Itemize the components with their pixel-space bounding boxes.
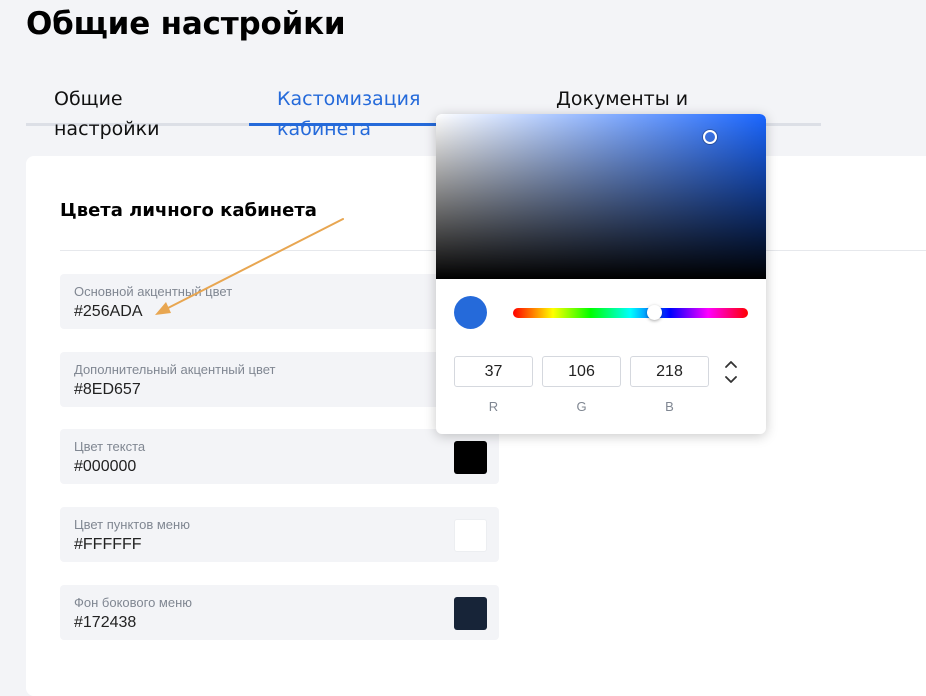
- green-input[interactable]: [542, 356, 621, 387]
- green-label: G: [576, 399, 587, 414]
- color-field-menu-items[interactable]: Цвет пунктов меню #FFFFFF: [60, 507, 499, 562]
- saturation-area[interactable]: [436, 114, 766, 279]
- up-down-chevron-icon[interactable]: [723, 358, 739, 386]
- field-label: Дополнительный акцентный цвет: [74, 362, 276, 377]
- blue-input[interactable]: [630, 356, 709, 387]
- field-value: #000000: [74, 458, 137, 475]
- field-label: Цвет текста: [74, 439, 146, 454]
- color-swatch[interactable]: [454, 597, 487, 630]
- field-label: Фон бокового меню: [74, 595, 193, 610]
- hue-slider[interactable]: [513, 308, 748, 318]
- hue-slider-handle[interactable]: [647, 305, 662, 320]
- page-title: Общие настройки: [26, 6, 346, 42]
- saturation-handle[interactable]: [703, 130, 717, 144]
- field-value: #FFFFFF: [74, 536, 142, 553]
- field-value: #256ADA: [74, 303, 143, 320]
- field-value: #8ED657: [74, 381, 141, 398]
- color-field-secondary-accent[interactable]: Дополнительный акцентный цвет #8ED657: [60, 352, 499, 407]
- field-label: Цвет пунктов меню: [74, 517, 190, 532]
- color-field-text[interactable]: Цвет текста #000000: [60, 429, 499, 484]
- red-input[interactable]: [454, 356, 533, 387]
- color-swatch[interactable]: [454, 519, 487, 552]
- color-field-sidebar-bg[interactable]: Фон бокового меню #172438: [60, 585, 499, 640]
- color-field-primary-accent[interactable]: Основной акцентный цвет #256ADA: [60, 274, 499, 329]
- color-preview-dot: [454, 296, 487, 329]
- section-title: Цвета личного кабинета: [60, 200, 317, 221]
- red-label: R: [488, 399, 499, 414]
- color-swatch[interactable]: [454, 441, 487, 474]
- field-label: Основной акцентный цвет: [74, 284, 233, 299]
- blue-label: B: [665, 399, 674, 414]
- field-value: #172438: [74, 614, 137, 631]
- color-picker-popup: R G B: [436, 114, 766, 434]
- tab-general-settings[interactable]: Общие настройки: [26, 84, 248, 140]
